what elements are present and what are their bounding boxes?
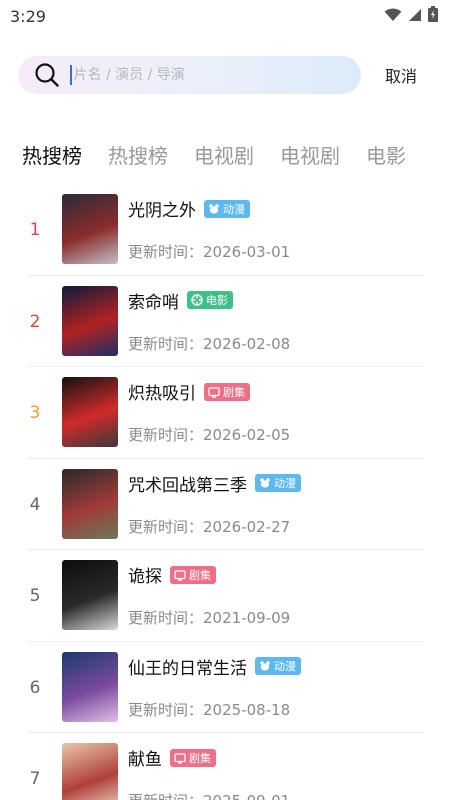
poster-image (62, 194, 118, 264)
battery-charging-icon (428, 6, 438, 26)
list-item[interactable]: 1 光阴之外 动漫 更新时间：2026-03-01 (28, 184, 424, 276)
update-date: 2026-02-05 (203, 426, 291, 444)
category-tag: 动漫 (255, 657, 301, 675)
tab-tv-series[interactable]: 电视剧 (194, 140, 254, 169)
tv-icon (174, 569, 186, 581)
tv-icon (174, 752, 186, 764)
search-row: 取消 (18, 56, 438, 94)
tag-label: 剧集 (189, 568, 211, 582)
poster-image (62, 285, 118, 356)
item-title: 炽热吸引 (128, 384, 196, 404)
tab-hot-search[interactable]: 热搜榜 (22, 140, 82, 169)
signal-icon (408, 7, 422, 26)
rank-number: 4 (29, 494, 41, 515)
status-time: 3:29 (10, 6, 46, 26)
tab-tv-series-2[interactable]: 电视剧 (280, 140, 340, 169)
list-item[interactable]: 2 索命哨 电影 更新时间：2026-02-08 (28, 276, 424, 367)
item-title: 索命哨 (128, 292, 179, 313)
category-tag: 剧集 (204, 382, 250, 401)
wifi-icon (384, 7, 402, 26)
list-item[interactable]: 6 仙王的日常生活 动漫 更新时间：2025-08-18 (28, 642, 424, 733)
category-tag: 电影 (187, 291, 233, 309)
rank-number: 7 (29, 769, 41, 789)
item-title: 光阴之外 (128, 201, 196, 221)
category-tag: 动漫 (255, 474, 301, 492)
category-tag: 剧集 (170, 748, 216, 767)
rank-number: 6 (29, 677, 41, 698)
rank-number: 3 (29, 403, 41, 423)
cancel-button[interactable]: 取消 (385, 63, 417, 87)
status-icons (384, 6, 438, 26)
update-label: 更新时间： (128, 243, 204, 261)
item-title: 仙王的日常生活 (128, 658, 247, 679)
rank-number: 2 (29, 311, 41, 332)
tag-label: 动漫 (274, 660, 296, 673)
list-item[interactable]: 4 咒术回战第三季 动漫 更新时间：2026-02-27 (28, 459, 424, 550)
update-label: 更新时间： (128, 700, 204, 719)
film-reel-icon (191, 294, 203, 306)
item-title: 咒术回战第三季 (128, 475, 247, 496)
tv-icon (208, 386, 220, 398)
tag-label: 剧集 (223, 385, 245, 399)
poster-image (62, 560, 118, 630)
anime-icon (259, 477, 271, 489)
rank-number: 1 (29, 220, 41, 240)
search-box[interactable] (18, 56, 361, 94)
anime-icon (208, 203, 220, 215)
update-date: 2026-02-27 (203, 517, 291, 536)
update-label: 更新时间： (128, 426, 204, 444)
update-label: 更新时间： (128, 609, 204, 627)
tag-label: 电影 (206, 294, 228, 307)
update-date: 2025-08-18 (203, 700, 291, 719)
rank-number: 5 (29, 586, 41, 606)
poster-image (62, 377, 118, 447)
update-date: 2025-09-01 (203, 792, 290, 800)
poster-image (62, 468, 118, 539)
status-bar: 3:29 (0, 0, 450, 32)
poster-image (62, 651, 118, 722)
update-label: 更新时间： (128, 792, 203, 800)
tag-label: 动漫 (274, 477, 296, 490)
update-date: 2026-03-01 (203, 243, 291, 261)
update-label: 更新时间： (128, 334, 204, 353)
item-title: 献鱼 (128, 750, 162, 770)
poster-image (62, 743, 118, 800)
list-item[interactable]: 7 献鱼 剧集 更新时间：2025-09-01 (28, 733, 424, 800)
update-label: 更新时间： (128, 517, 204, 536)
tag-label: 剧集 (189, 751, 211, 765)
category-tag: 剧集 (170, 565, 216, 584)
item-title: 诡探 (128, 567, 162, 587)
tab-hot-search-2[interactable]: 热搜榜 (108, 140, 168, 169)
anime-icon (259, 660, 271, 672)
list-item[interactable]: 3 炽热吸引 剧集 更新时间：2026-02-05 (28, 367, 424, 459)
category-tag: 动漫 (204, 199, 250, 218)
tab-movie[interactable]: 电影 (366, 140, 406, 169)
text-cursor (70, 65, 72, 85)
search-icon (34, 62, 60, 88)
tag-label: 动漫 (223, 202, 245, 216)
list-item[interactable]: 5 诡探 剧集 更新时间：2021-09-09 (28, 550, 424, 642)
category-tabs: 热搜榜 热搜榜 电视剧 电视剧 电影 (22, 138, 432, 170)
update-date: 2021-09-09 (203, 609, 291, 627)
search-input[interactable] (73, 67, 334, 83)
update-date: 2026-02-08 (203, 334, 291, 353)
ranking-list: 1 光阴之外 动漫 更新时间：2026-03-01 2 索命哨 电影 更新时间：… (28, 184, 424, 800)
